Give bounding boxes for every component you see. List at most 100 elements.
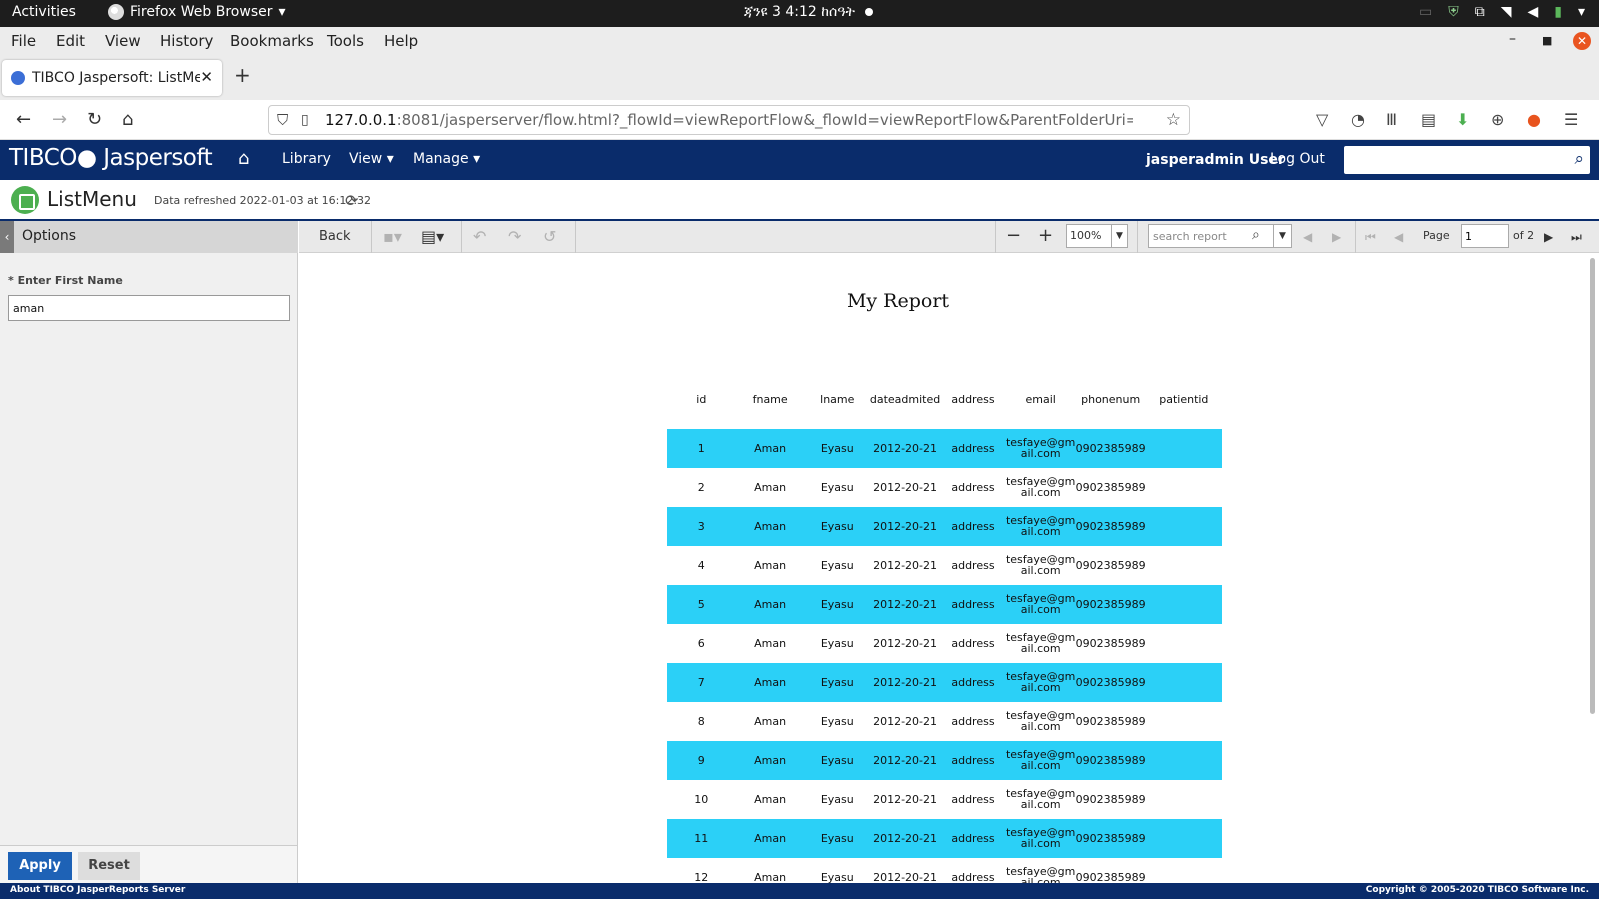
cell-email: tesfaye@gm ail.com [1006, 702, 1076, 741]
cell-phonenum: 0902385989 [1075, 793, 1146, 806]
app-menu[interactable]: Firefox Web Browser ▾ [108, 4, 286, 20]
search-icon[interactable]: ⌕ [1574, 149, 1584, 169]
last-page-icon[interactable]: ⏭ [1571, 230, 1582, 245]
search-report-input[interactable]: search report ⌕ ▼ [1148, 224, 1292, 248]
home-icon[interactable]: ⌂ [238, 148, 249, 169]
window-close-icon[interactable]: ✕ [1573, 32, 1591, 50]
home-icon[interactable]: ⌂ [122, 109, 133, 130]
cell-patientid [1145, 663, 1222, 702]
undo-icon[interactable]: ↶ [473, 227, 486, 246]
zoom-select[interactable]: 100% ▼ [1066, 224, 1128, 248]
nav-manage[interactable]: Manage ▾ [413, 151, 480, 167]
next-page-icon[interactable]: ▶ [1544, 230, 1553, 244]
system-top-bar: Activities Firefox Web Browser ▾ ጃንዩ 3 4… [0, 0, 1599, 27]
tracking-shield-icon[interactable]: ⛉ [277, 111, 288, 129]
search-next-icon[interactable]: ▶ [1332, 230, 1341, 244]
globe-icon[interactable]: ⊕ [1491, 110, 1504, 129]
library-icon[interactable]: Ⅲ [1386, 110, 1397, 129]
bookmark-star-icon[interactable]: ☆ [1166, 110, 1181, 130]
refresh-icon[interactable]: ⟳ [345, 191, 358, 210]
cell-phonenum: 0902385989 [1075, 819, 1146, 858]
email-text: tesfaye@gm ail.com [1005, 826, 1076, 850]
cell-email: tesfaye@gm ail.com [1005, 741, 1076, 780]
nav-library[interactable]: Library [282, 151, 331, 167]
sidebar-icon[interactable]: ▤ [1421, 110, 1436, 129]
cell-patientid [1146, 780, 1222, 819]
forward-arrow-icon[interactable]: → [52, 109, 67, 130]
apply-button[interactable]: Apply [8, 852, 72, 880]
system-tray[interactable]: ▭ ⛨ ⧉ ◥ ◀ ▮ ▾ [1419, 4, 1585, 20]
chevron-down-icon[interactable]: ▼ [1111, 225, 1127, 247]
redo-icon[interactable]: ↷ [508, 227, 521, 246]
cell-address: address [951, 637, 995, 650]
menu-view[interactable]: View [105, 32, 141, 50]
first-name-input[interactable] [8, 295, 290, 321]
previous-page-icon[interactable]: ◀ [1394, 230, 1403, 244]
cell-address: address [951, 715, 995, 728]
minimize-icon[interactable]: – [1509, 31, 1516, 47]
hamburger-menu-icon[interactable]: ☰ [1564, 110, 1578, 129]
search-icon[interactable]: ⌕ [1252, 227, 1260, 243]
user-name[interactable]: jasperadmin User [1146, 152, 1285, 168]
cell-id: 12 [694, 871, 709, 883]
cell-lname: Eyasu [820, 637, 854, 650]
tab-listmenu[interactable]: TIBCO Jaspersoft: ListMenu ✕ [2, 60, 222, 96]
page-info-icon[interactable]: ▯ [301, 112, 309, 128]
about-link[interactable]: About TIBCO JasperReports Server [10, 885, 185, 895]
timer-icon[interactable]: ◔ [1351, 110, 1365, 129]
cell-fname: Aman [754, 715, 787, 728]
tab-close-icon[interactable]: ✕ [200, 68, 213, 86]
cell-fname: Aman [754, 481, 787, 494]
new-tab-icon[interactable]: + [234, 63, 251, 87]
url-text[interactable]: 127.0.0.1:8081/jasperserver/flow.html?_f… [325, 111, 1133, 129]
zoom-out-icon[interactable]: − [1006, 225, 1021, 246]
pocket-icon[interactable]: ▽ [1316, 110, 1328, 129]
menu-file[interactable]: File [11, 32, 36, 50]
cell-address: address [951, 481, 995, 494]
search-previous-icon[interactable]: ◀ [1303, 230, 1312, 244]
collapse-panel-icon[interactable]: ‹ [0, 221, 14, 253]
export-icon[interactable]: ▤▾ [421, 227, 444, 246]
cell-address: address [940, 585, 1006, 624]
report-scrollbar[interactable] [1590, 258, 1595, 714]
menu-history[interactable]: History [160, 32, 213, 50]
duckduckgo-icon[interactable]: ● [1527, 110, 1541, 129]
jaspersoft-logo[interactable]: TIBCO● Jaspersoft [9, 145, 213, 171]
activities-button[interactable]: Activities [12, 4, 76, 20]
column-header-fname: fname [752, 393, 788, 406]
reset-button[interactable]: Reset [78, 852, 140, 880]
column-header-patientid: patientid [1159, 393, 1209, 406]
clock[interactable]: ጃንዩ 3 4:12 ከሰዓት [744, 4, 873, 20]
column-header-phonenum: phonenum [1081, 393, 1141, 406]
chevron-down-icon: ▾ [386, 151, 394, 167]
nav-view[interactable]: View ▾ [349, 151, 394, 167]
page-label: Page [1423, 229, 1450, 242]
first-page-icon[interactable]: ⏮ [1365, 230, 1376, 245]
page-number-input[interactable] [1461, 224, 1509, 248]
chevron-down-icon[interactable]: ▼ [1273, 225, 1291, 247]
menu-bookmarks[interactable]: Bookmarks [230, 32, 314, 50]
undo-all-icon[interactable]: ↺ [543, 227, 556, 246]
zoom-value: 100% [1070, 229, 1102, 242]
download-extension-icon[interactable]: ⬇ [1456, 110, 1469, 129]
menu-tools[interactable]: Tools [327, 32, 364, 50]
total-pages: 2 [1527, 229, 1535, 242]
back-button[interactable]: Back [319, 229, 351, 244]
save-icon[interactable]: ▪▾ [383, 227, 402, 246]
back-arrow-icon[interactable]: ← [16, 109, 31, 130]
column-header-id: id [696, 393, 707, 406]
reload-icon[interactable]: ↻ [87, 109, 102, 130]
menu-edit[interactable]: Edit [56, 32, 85, 50]
cell-dateadmited: 2012-20-21 [873, 871, 938, 883]
cell-email: tesfaye@gm ail.com [1006, 546, 1076, 585]
menu-help[interactable]: Help [384, 32, 418, 50]
zoom-in-icon[interactable]: + [1038, 225, 1053, 246]
cell-dateadmited: 2012-20-21 [869, 429, 941, 468]
toolbar-divider [1355, 221, 1356, 253]
cell-address: address [940, 507, 1006, 546]
url-bar[interactable]: ⛉ ▯ 127.0.0.1:8081/jasperserver/flow.htm… [268, 105, 1190, 135]
email-text: tesfaye@gm ail.com [1005, 514, 1076, 538]
maximize-icon[interactable]: ■ [1542, 34, 1552, 47]
logout-link[interactable]: Log Out [1270, 151, 1325, 167]
global-search-input[interactable]: ⌕ [1344, 146, 1590, 174]
